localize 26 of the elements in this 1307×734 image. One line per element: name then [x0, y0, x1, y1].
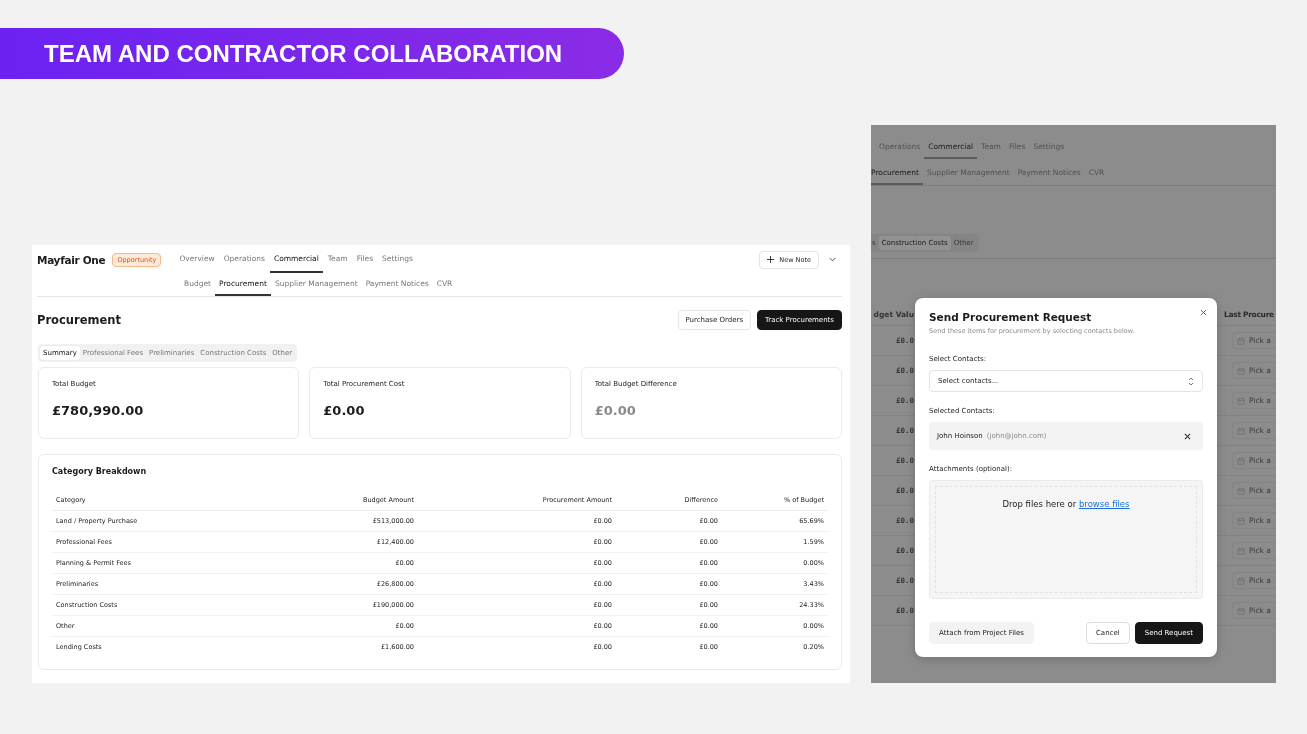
- card-value: £0.00: [323, 403, 366, 418]
- chevron-down-icon[interactable]: [829, 257, 836, 262]
- plus-icon: [767, 256, 775, 263]
- sort-arrows-icon: [1188, 376, 1194, 386]
- calendar-icon: [1237, 516, 1245, 525]
- browse-files-link[interactable]: browse files: [1078, 499, 1130, 509]
- calendar-icon: [1237, 546, 1245, 555]
- project-name: Mayfair One: [37, 253, 106, 266]
- calendar-icon: [1237, 456, 1245, 465]
- close-icon[interactable]: [1200, 309, 1207, 316]
- card-value: £780,990.00: [52, 403, 145, 418]
- dialog-title: Send Procurement Request: [929, 311, 1093, 323]
- calendar-icon: [1237, 486, 1245, 495]
- calendar-icon: [1237, 606, 1245, 615]
- calendar-icon: [1237, 396, 1245, 405]
- title-banner: TEAM AND CONTRACTOR COLLABORATION: [0, 28, 624, 79]
- calendar-icon: [1237, 426, 1245, 435]
- remove-icon[interactable]: [1184, 432, 1191, 440]
- calendar-icon: [1237, 336, 1245, 345]
- card-value: £0.00: [594, 403, 637, 418]
- page-title: Procurement: [37, 313, 121, 327]
- file-drop-zone[interactable]: Drop files here or browse files: [929, 480, 1203, 599]
- section-title: Category Breakdown: [52, 467, 148, 476]
- calendar-icon: [1237, 366, 1245, 375]
- calendar-icon: [1237, 576, 1245, 585]
- drop-instruction: Drop files here or browse files: [1002, 499, 1130, 511]
